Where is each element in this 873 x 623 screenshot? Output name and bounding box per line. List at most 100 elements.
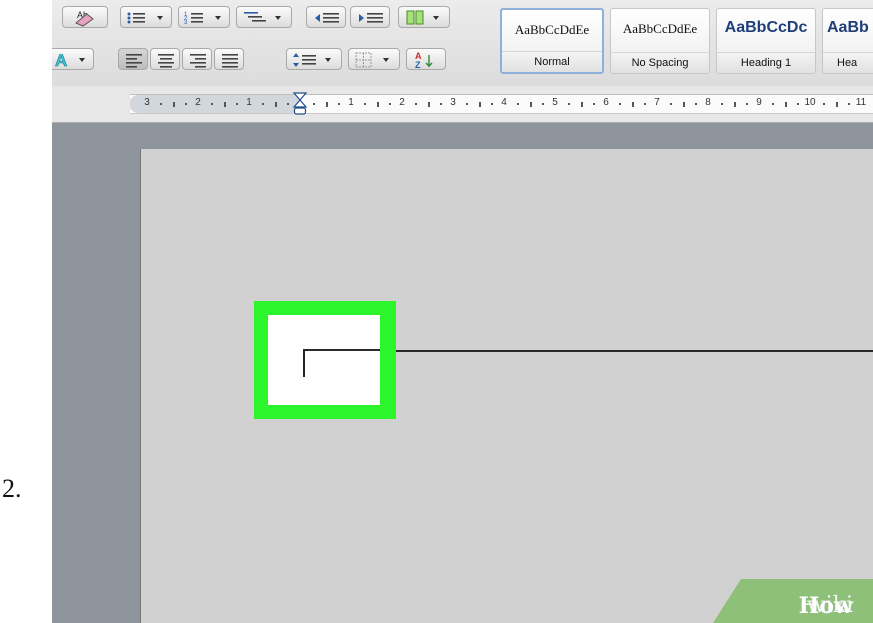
ruler-tick xyxy=(720,103,723,105)
align-left-button[interactable] xyxy=(118,48,148,70)
ruler-tick xyxy=(287,103,290,105)
ruler-label: 8 xyxy=(705,97,711,108)
style-name: Hea xyxy=(823,52,873,73)
style-sample: AaBbCcDdEe xyxy=(622,21,698,36)
multilevel-list-button[interactable] xyxy=(236,6,292,28)
svg-text:A: A xyxy=(55,51,67,70)
ruler-tick xyxy=(644,103,647,105)
ruler-tick xyxy=(542,103,545,105)
numbering-button[interactable]: 1 2 3 xyxy=(178,6,230,28)
ruler-label: 3 xyxy=(144,97,150,108)
ruler-tick xyxy=(695,103,698,105)
increase-indent-icon xyxy=(359,13,383,23)
ruler-tick xyxy=(172,102,175,107)
style-name: Heading 1 xyxy=(717,52,815,73)
ruler-tick xyxy=(771,103,774,105)
ruler-tick xyxy=(746,103,749,105)
svg-text:Z: Z xyxy=(415,60,421,70)
clear-formatting-button[interactable]: Ab xyxy=(62,6,108,28)
style-heading-1[interactable]: AaBbCcDc Heading 1 xyxy=(716,8,816,74)
ruler-tick xyxy=(593,103,596,105)
columns-icon xyxy=(406,10,439,25)
indent-marker-icon[interactable] xyxy=(292,92,308,118)
ruler-tick xyxy=(414,103,417,105)
ruler-tick xyxy=(325,102,328,107)
ruler-tick xyxy=(363,103,366,105)
sort-button[interactable]: A Z xyxy=(406,48,446,70)
ruler-label: 1 xyxy=(246,97,252,108)
horizontal-ruler[interactable]: 3 2 1 1 2 3 4 5 6 7 8 9 10 11 xyxy=(130,92,873,115)
decrease-indent-button[interactable] xyxy=(306,6,346,28)
ruler-tick xyxy=(159,103,162,105)
ruler-tick xyxy=(236,103,239,105)
ruler-tick xyxy=(440,103,443,105)
ruler-label: 9 xyxy=(756,97,762,108)
style-sample: AaBbCcDc xyxy=(724,19,808,36)
ruler-label: 4 xyxy=(501,97,507,108)
multilevel-list-icon xyxy=(244,12,281,22)
ruler-tick xyxy=(529,102,532,107)
ruler-tick xyxy=(631,102,634,107)
align-right-button[interactable] xyxy=(182,48,212,70)
zoomed-cursor-area xyxy=(268,315,380,405)
decrease-indent-icon xyxy=(315,13,339,23)
eraser-icon: Ab xyxy=(75,10,94,27)
line-start xyxy=(303,349,380,351)
svg-text:3: 3 xyxy=(184,20,188,26)
justify-icon xyxy=(222,54,238,68)
ruler-tick xyxy=(261,103,264,105)
style-name: Normal xyxy=(502,51,602,72)
ruler-label: 7 xyxy=(654,97,660,108)
style-no-spacing[interactable]: AaBbCcDdEe No Spacing xyxy=(610,8,710,74)
text-cursor xyxy=(303,351,305,377)
ruler-label: 1 xyxy=(348,97,354,108)
ruler-tick xyxy=(312,103,315,105)
home-ribbon: Ab 1 2 3 A A Z AaBbCcDdEe Normal AaBbCcD… xyxy=(52,0,873,87)
document-page[interactable] xyxy=(140,149,873,623)
align-right-icon xyxy=(190,54,206,68)
increase-indent-button[interactable] xyxy=(350,6,390,28)
columns-button[interactable] xyxy=(398,6,450,28)
justify-button[interactable] xyxy=(214,48,244,70)
ruler-tick xyxy=(516,103,519,105)
ruler-tick xyxy=(822,103,825,105)
highlight-box xyxy=(254,301,396,419)
ruler-tick xyxy=(427,102,430,107)
ruler-tick xyxy=(682,102,685,107)
borders-button[interactable] xyxy=(348,48,400,70)
numbered-list-icon: 1 2 3 xyxy=(184,12,221,26)
ruler-tick xyxy=(185,103,188,105)
step-number: 2. xyxy=(2,474,22,503)
ruler-tick xyxy=(491,103,494,105)
text-effects-button[interactable]: A xyxy=(52,48,94,70)
ruler-tick xyxy=(389,103,392,105)
align-center-button[interactable] xyxy=(150,48,180,70)
watermark-logo: wiki How xyxy=(713,579,873,623)
align-left-icon xyxy=(126,54,142,68)
borders-icon xyxy=(355,52,389,68)
ruler-tick xyxy=(618,103,621,105)
ruler-label: 5 xyxy=(552,97,558,108)
ruler-tick xyxy=(784,102,787,107)
text-effects-icon: A xyxy=(55,51,85,70)
ruler-tick xyxy=(567,103,570,105)
bullets-button[interactable] xyxy=(120,6,172,28)
ruler-tick xyxy=(797,103,800,105)
style-heading-2[interactable]: AaBb Hea xyxy=(822,8,873,74)
ruler-tick xyxy=(478,102,481,107)
ruler-label: 2 xyxy=(195,97,201,108)
sort-az-icon: A Z xyxy=(415,51,433,70)
word-window: Ab 1 2 3 A A Z AaBbCcDdEe Normal AaBbCcD… xyxy=(52,0,873,623)
ruler-label: 10 xyxy=(804,97,816,108)
style-normal[interactable]: AaBbCcDdEe Normal xyxy=(500,8,604,74)
ruler-tick xyxy=(223,102,226,107)
ruler-tick xyxy=(210,103,213,105)
style-sample: AaBb xyxy=(827,19,869,36)
align-center-icon xyxy=(158,54,174,68)
ruler-tick xyxy=(835,102,838,107)
line-spacing-icon xyxy=(293,53,331,67)
ruler-tick xyxy=(376,102,379,107)
line-spacing-button[interactable] xyxy=(286,48,342,70)
style-sample: AaBbCcDdEe xyxy=(514,22,590,37)
document-area xyxy=(52,123,873,623)
